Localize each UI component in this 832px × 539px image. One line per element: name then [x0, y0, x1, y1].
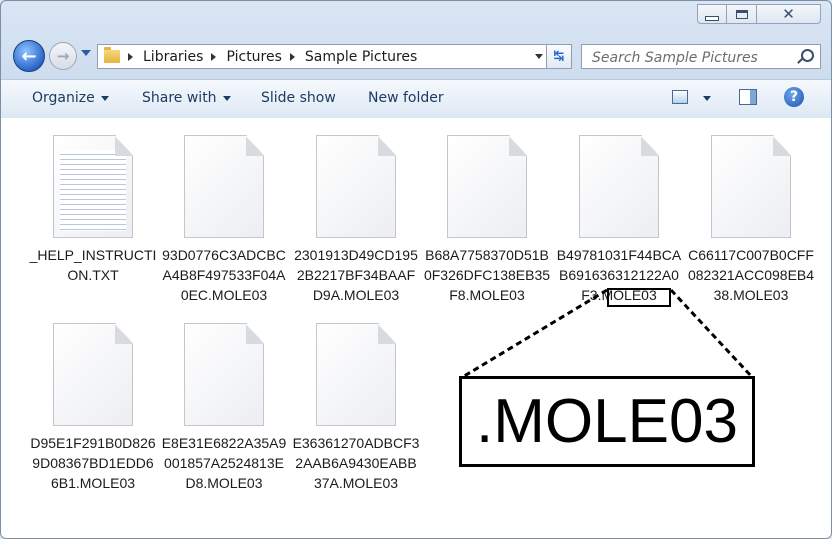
extension-callout: .MOLE03 [459, 376, 755, 467]
extension-highlight-box [607, 288, 671, 307]
callout-text: .MOLE03 [476, 387, 738, 456]
